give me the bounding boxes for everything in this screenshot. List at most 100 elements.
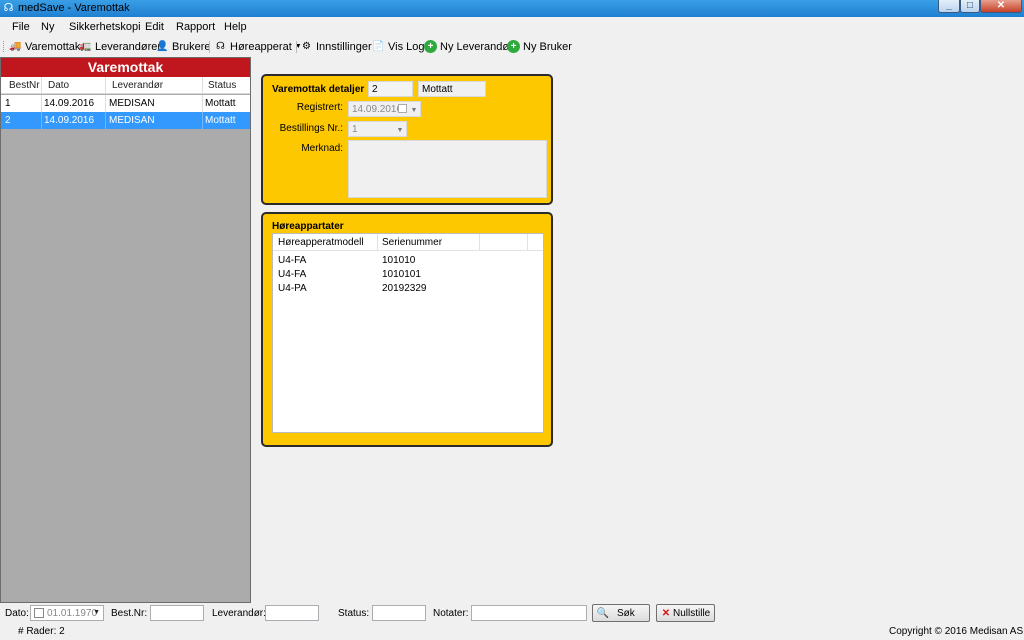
chevron-down-icon: ▼ (410, 107, 418, 114)
list-item[interactable]: U4-FA 1010101 (273, 268, 543, 282)
details-title: Varemottak detaljer (272, 84, 365, 95)
row-count: # Rader: 2 (18, 626, 65, 637)
varemottak-list-panel: Varemottak BestNr Dato Leverandør Status… (0, 57, 251, 603)
user-icon: 👤 (156, 41, 169, 52)
horeapparat-label: Høreapperat (230, 40, 292, 53)
column-leverandor[interactable]: Leverandør (112, 80, 163, 91)
registrert-value: 14.09.2016 (352, 104, 403, 115)
ny-bruker-button[interactable]: + Ny Bruker (507, 39, 572, 54)
ny-leverandor-button[interactable]: + Ny Leverandør (424, 39, 513, 54)
column-divider[interactable] (479, 234, 480, 251)
notater-filter-input[interactable] (471, 605, 587, 621)
varemottak-button[interactable]: 🚚 Varemottak (9, 39, 80, 54)
leverandor-filter-input[interactable] (265, 605, 319, 621)
innstillinger-button[interactable]: ⚙ Innstillinger (300, 39, 372, 54)
registrert-label: Registrert: (296, 102, 343, 113)
status-filter-input[interactable] (372, 605, 426, 621)
column-status[interactable]: Status (208, 80, 236, 91)
bestillings-value: 1 (352, 124, 358, 135)
cell-divider (41, 112, 42, 129)
column-bestnr[interactable]: BestNr (9, 80, 40, 91)
horeapparat-dropdown[interactable]: ☊ Høreapperat ▼ (214, 39, 302, 54)
column-divider[interactable] (377, 234, 378, 251)
list-item[interactable]: U4-FA 101010 (273, 254, 543, 268)
column-divider[interactable] (105, 77, 106, 94)
truck-icon: 🚚 (9, 41, 22, 52)
device-model: U4-PA (278, 283, 307, 294)
close-icon: ✕ (661, 607, 671, 619)
device-list-header: Høreapperatmodell Serienummer (273, 234, 543, 251)
menu-file[interactable]: File (12, 21, 30, 33)
varemottak-details-panel: Varemottak detaljer 2 Mottatt Registrert… (261, 74, 553, 205)
vislog-button[interactable]: 📄 Vis Log (372, 39, 425, 54)
leverandorer-label: Leverandører (95, 40, 162, 53)
reset-button[interactable]: ✕ Nullstille (656, 604, 715, 622)
dato-filter-value: 01.01.1970 (47, 608, 98, 619)
menu-help[interactable]: Help (224, 21, 247, 33)
menu-rapport[interactable]: Rapport (176, 21, 215, 33)
notater-filter-label: Notater: (433, 608, 469, 619)
add-icon: + (424, 40, 437, 53)
device-serial: 1010101 (382, 269, 421, 280)
brukere-button[interactable]: 👤 Brukere (156, 39, 210, 54)
varemottak-label: Varemottak (25, 40, 81, 53)
dato-filter-checkbox[interactable] (34, 608, 44, 618)
toolbar-separator (209, 41, 210, 53)
log-document-icon: 📄 (372, 41, 385, 52)
menu-edit[interactable]: Edit (145, 21, 164, 33)
leverandorer-button[interactable]: 🚛 Leverandører (79, 39, 161, 54)
bestillings-select[interactable]: 1 ▼ (348, 121, 407, 137)
device-serial: 20192329 (382, 283, 427, 294)
supplier-icon: 🚛 (79, 41, 92, 52)
title-bar: ☊ medSave - Varemottak _ □ ✕ (0, 0, 1024, 17)
ear-icon: ☊ (216, 41, 225, 52)
menu-sikkerhetskopi[interactable]: Sikkerhetskopi (69, 21, 141, 33)
cell-bestnr: 2 (5, 115, 11, 126)
bestnr-filter-input[interactable] (150, 605, 204, 621)
status-bar: # Rader: 2 Copyright © 2016 Medisan AS (0, 623, 1024, 640)
column-serial[interactable]: Serienummer (382, 237, 442, 248)
ny-bruker-label: Ny Bruker (523, 40, 572, 53)
search-button[interactable]: 🔍 Søk (592, 604, 650, 622)
list-item[interactable]: U4-PA 20192329 (273, 282, 543, 296)
cell-leverandor: MEDISAN (109, 115, 155, 126)
maximize-button[interactable]: □ (960, 0, 980, 13)
status-filter-label: Status: (338, 608, 370, 619)
search-icon: 🔍 (596, 607, 610, 619)
varemottak-panel-title: Varemottak (1, 58, 250, 77)
chevron-down-icon: ▼ (93, 609, 100, 616)
column-divider[interactable] (202, 77, 203, 94)
app-ear-icon: ☊ (3, 2, 14, 14)
column-model[interactable]: Høreapperatmodell (278, 237, 364, 248)
order-number-field[interactable]: 2 (368, 81, 413, 97)
cell-dato: 14.09.2016 (44, 115, 95, 126)
column-divider[interactable] (41, 77, 42, 94)
toolbar-separator (296, 41, 297, 53)
device-list[interactable]: Høreapperatmodell Serienummer U4-FA 1010… (272, 233, 544, 433)
cell-status: Mottatt (205, 98, 236, 109)
registrert-date-picker[interactable]: 14.09.2016 ▼ (348, 101, 421, 117)
bestnr-filter-label: Best.Nr: (111, 608, 148, 619)
calendar-icon (398, 104, 407, 113)
copyright-text: Copyright © 2016 Medisan AS (889, 626, 1024, 637)
horeapparater-title: Høreappartater (272, 221, 344, 232)
column-dato[interactable]: Dato (48, 80, 69, 91)
table-row-selected[interactable]: 2 14.09.2016 MEDISAN Mottatt (1, 112, 250, 129)
close-button[interactable]: ✕ (980, 0, 1022, 13)
merknad-textarea[interactable] (348, 140, 547, 198)
dato-filter-picker[interactable]: 01.01.1970 ▼ (30, 605, 104, 621)
table-row[interactable]: 1 14.09.2016 MEDISAN Mottatt (1, 95, 250, 112)
column-divider[interactable] (527, 234, 528, 251)
toolbar-grip (3, 41, 5, 52)
cell-bestnr: 1 (5, 98, 11, 109)
minimize-button[interactable]: _ (938, 0, 960, 13)
menu-ny[interactable]: Ny (41, 21, 54, 33)
cell-status: Mottatt (205, 115, 236, 126)
cell-divider (105, 95, 106, 112)
vislog-label: Vis Log (388, 40, 425, 53)
device-model: U4-FA (278, 269, 307, 280)
grid-header: BestNr Dato Leverandør Status (1, 77, 250, 94)
merknad-label: Merknad: (301, 143, 343, 154)
device-serial: 101010 (382, 255, 416, 266)
status-field[interactable]: Mottatt (418, 81, 486, 97)
